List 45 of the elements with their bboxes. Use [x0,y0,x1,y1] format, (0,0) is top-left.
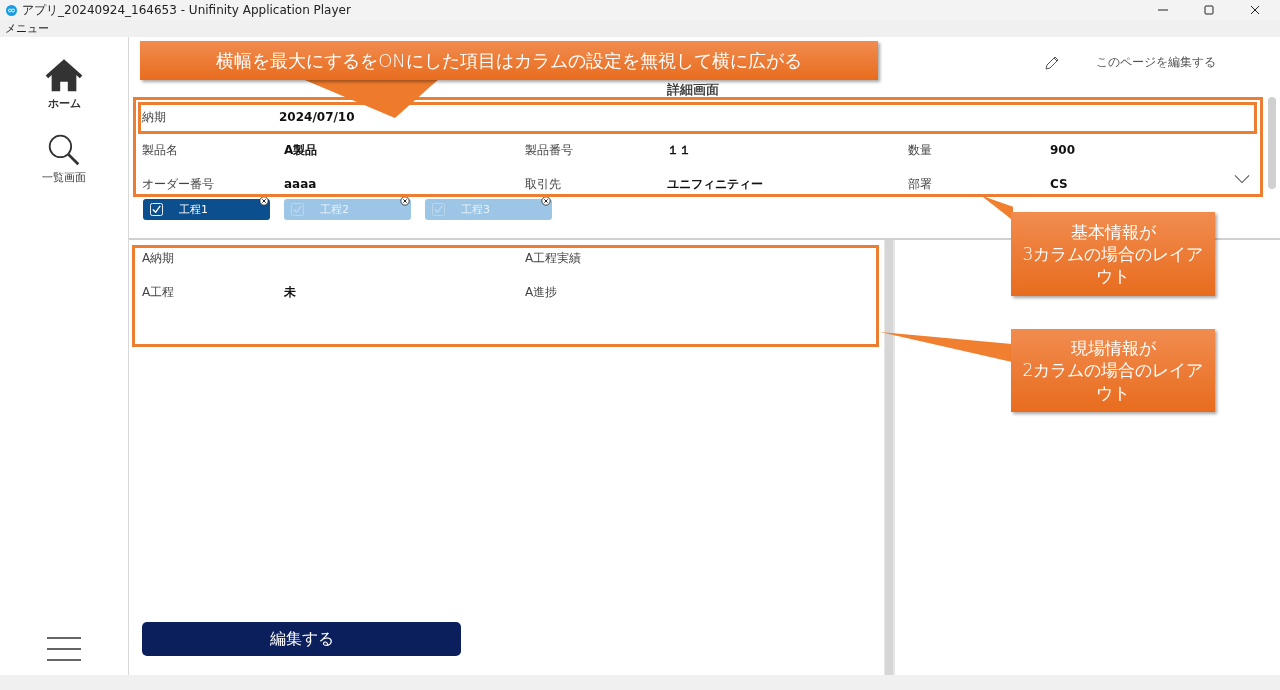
menu-item[interactable]: メニュー [5,21,49,36]
edit-page-link[interactable]: このページを編集する [1096,54,1216,71]
field-label: オーダー番号 [142,175,215,193]
field-value: aaaa [284,177,317,191]
checkbox-icon [150,203,163,216]
field-label: 製品名 [142,141,179,159]
field-label: 取引先 [525,175,562,193]
field-value: ユニフィニティー [667,175,763,193]
process-tab[interactable]: 工程1 [143,199,270,220]
callout: 横幅を最大にするをONにした項目はカラムの設定を無視して横に広がる [140,41,878,80]
home-icon [45,59,83,93]
window-title: アプリ_20240924_164653 - Unifinity Application Player [22,1,351,19]
pencil-icon[interactable] [1044,54,1060,71]
maximize-icon[interactable] [1204,5,1214,15]
callout: 現場情報が 2カラムの場合のレイアウト [1011,329,1215,412]
nav-item[interactable]: ホーム [45,59,83,111]
field-label: 部署 [908,175,933,193]
field-value: CS [1050,177,1068,191]
field-label: A工程 [142,283,176,301]
edit-button[interactable]: 編集する [142,622,461,656]
close-icon[interactable] [400,196,410,206]
app-icon [6,4,17,16]
field-value: １１ [667,141,691,159]
page-title: 詳細画面 [667,80,719,99]
field-label: 数量 [908,141,933,159]
menu-icon[interactable] [47,637,81,661]
checkbox-icon [291,203,304,216]
chevron-down-icon[interactable] [1234,174,1250,184]
close-icon[interactable] [1250,5,1260,15]
field-value: A製品 [284,141,318,159]
scrollbar[interactable] [1268,97,1276,189]
field-label: A進捗 [525,283,559,301]
field-label: A納期 [142,249,176,267]
checkbox-icon [432,203,445,216]
field-label: A工程実績 [525,249,583,267]
callout: 基本情報が 3カラムの場合のレイアウト [1011,212,1215,296]
field-value: 2024/07/10 [279,110,355,124]
close-icon[interactable] [541,196,551,206]
field-label: 製品番号 [525,141,574,159]
field-value: 未 [284,283,296,301]
field-label: 納期 [141,108,167,126]
scrollbar[interactable] [884,240,893,675]
nav-item[interactable]: 一覧画面 [42,133,86,185]
close-icon[interactable] [259,196,269,206]
field-value: 900 [1050,143,1076,157]
